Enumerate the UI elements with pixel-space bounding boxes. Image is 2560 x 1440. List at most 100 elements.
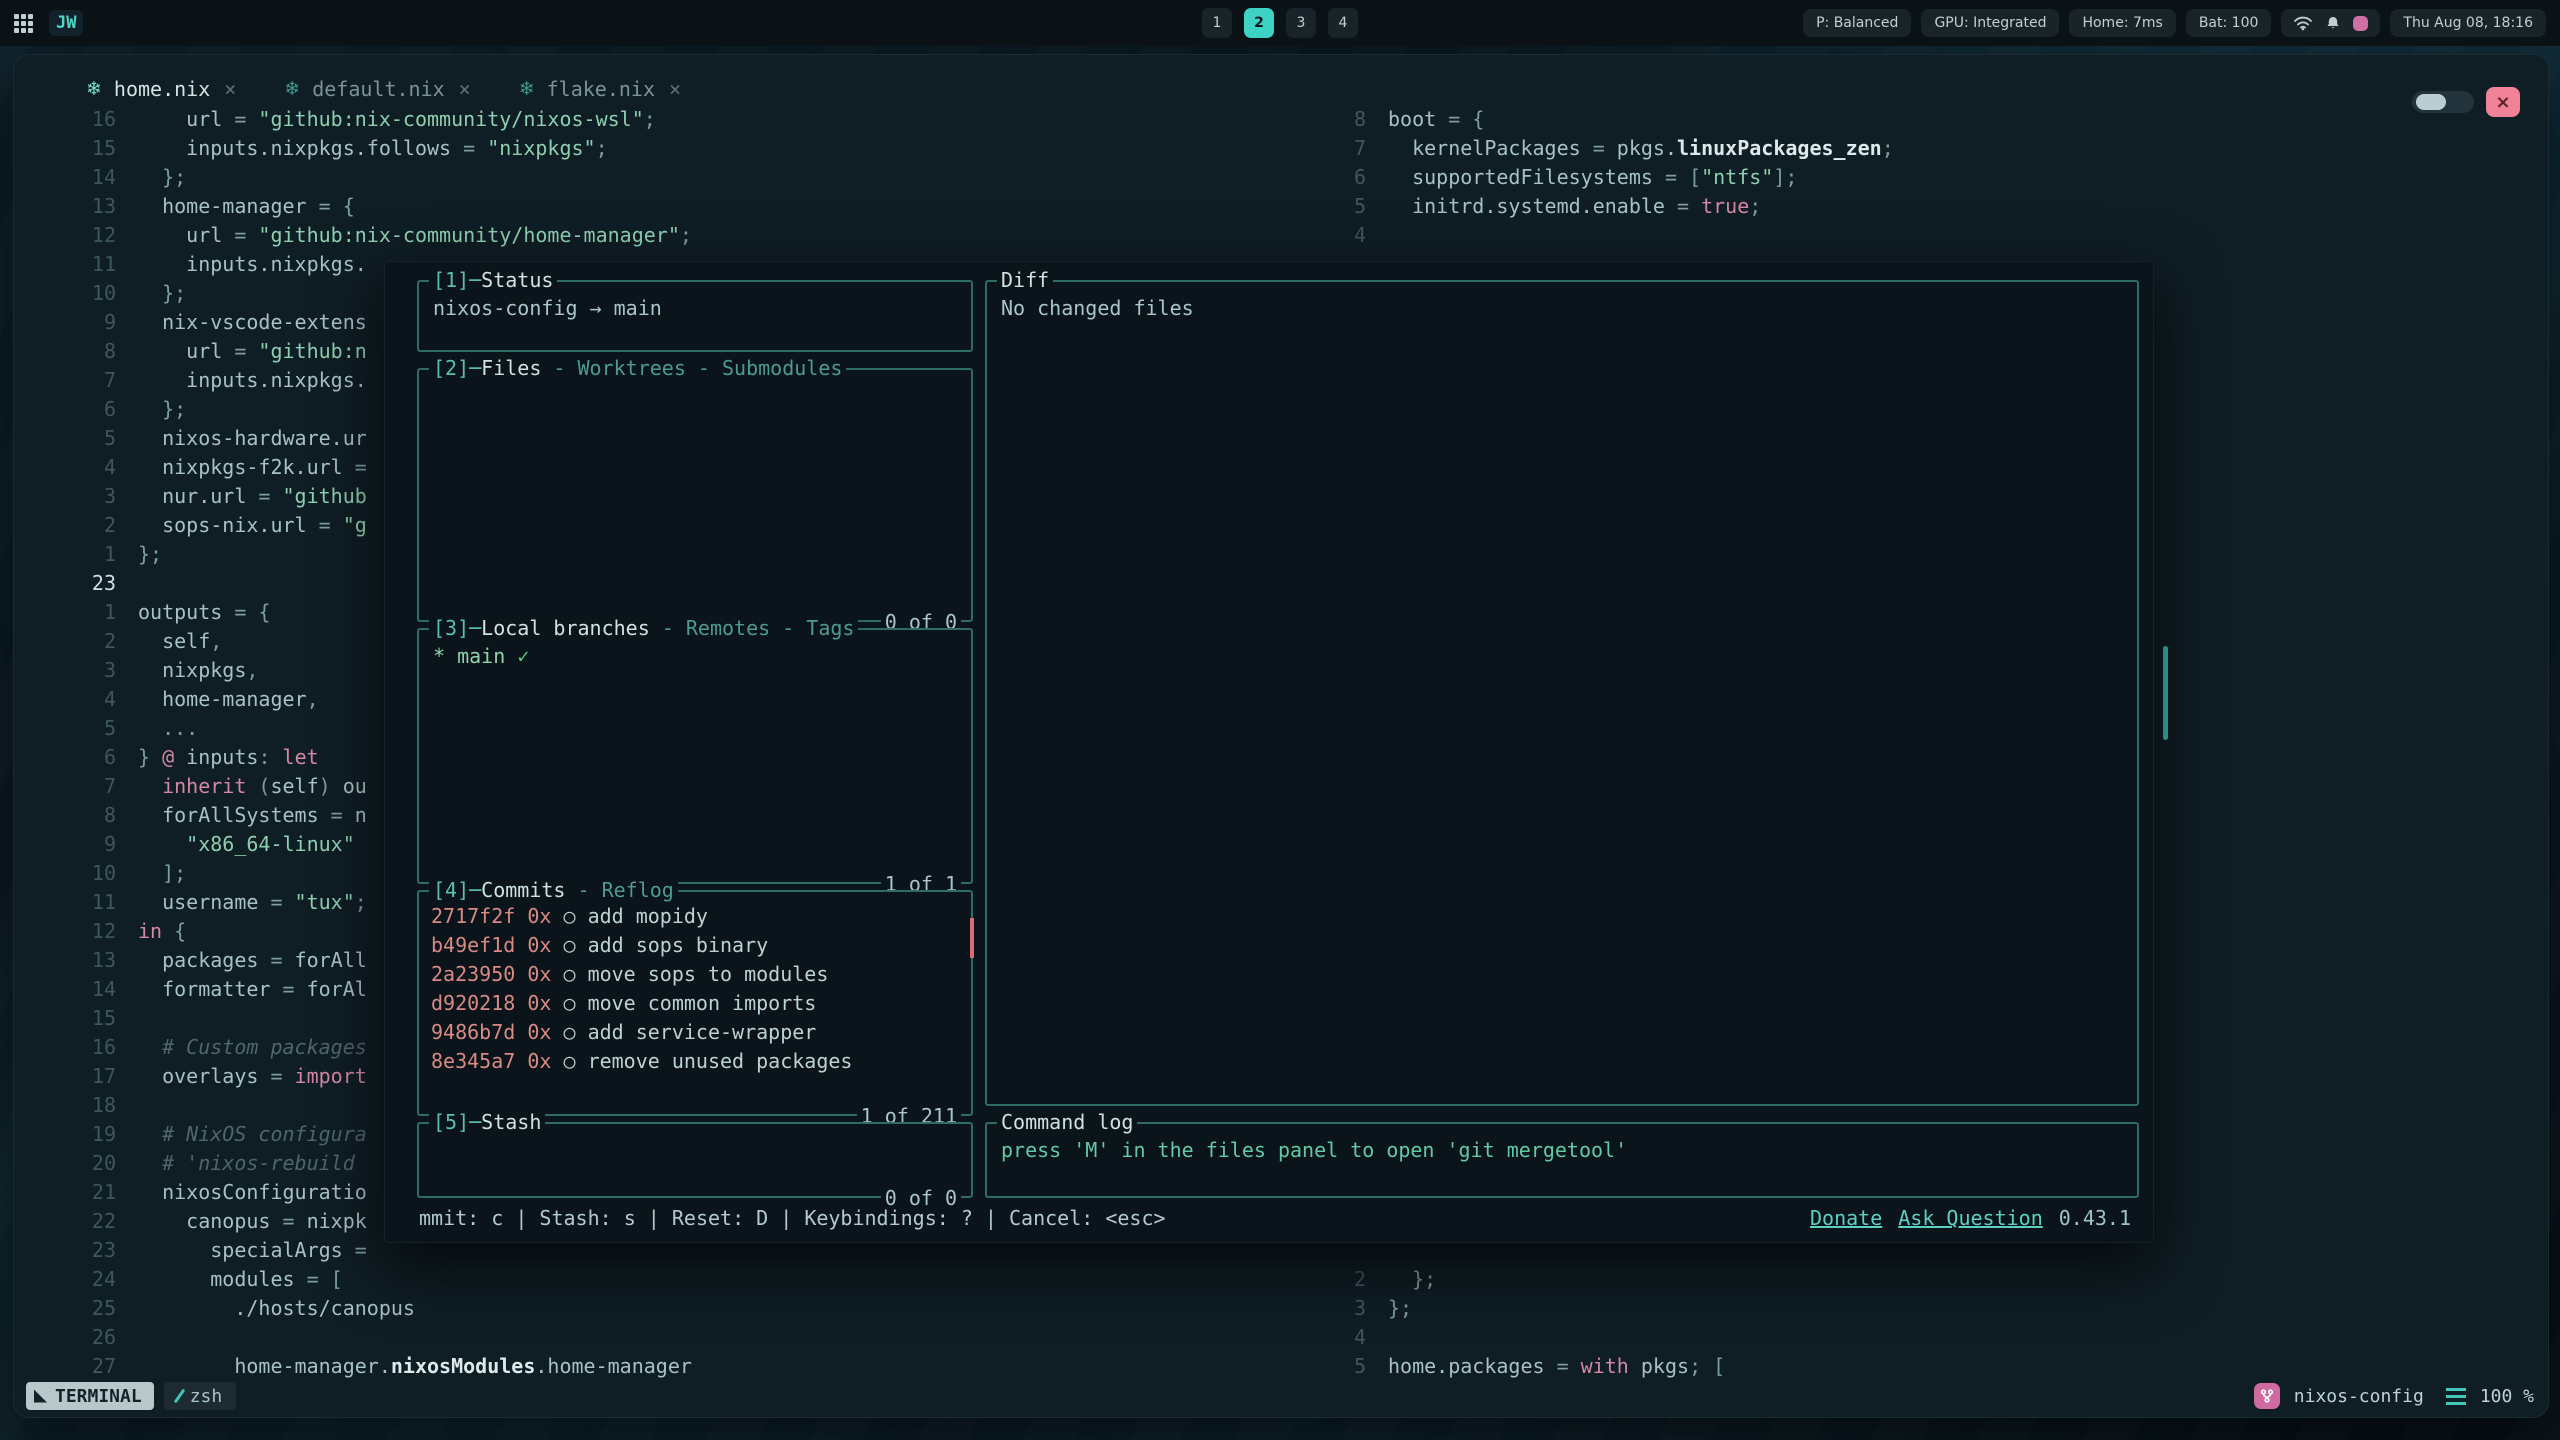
line-number: 7	[42, 366, 116, 395]
code-line: 5home.packages = with pkgs; [	[1326, 1352, 2536, 1381]
panel-title: [4]─Commits - Reflog	[429, 878, 678, 902]
workspace-2[interactable]: 2	[1244, 8, 1274, 38]
commit-row[interactable]: b49ef1d 0x ○ add sops binary	[431, 931, 959, 960]
line-number: 13	[42, 946, 116, 975]
line-number: 11	[42, 888, 116, 917]
lazygit-window: [1]─Status nixos-config → main [2]─Files…	[384, 261, 2154, 1243]
line-number: 27	[42, 1352, 116, 1381]
line-number: 23	[42, 569, 116, 598]
workspace-1[interactable]: 1	[1202, 8, 1232, 38]
donate-link[interactable]: Donate	[1810, 1206, 1882, 1230]
workspace-3[interactable]: 3	[1286, 8, 1316, 38]
line-number: 6	[42, 395, 116, 424]
tab-home-nix[interactable]: ❄ home.nix ×	[86, 77, 238, 101]
wifi-icon[interactable]	[2293, 15, 2313, 31]
line-number: 20	[42, 1149, 116, 1178]
code-line: 8boot = {	[1326, 105, 2536, 134]
line-number: 6	[42, 743, 116, 772]
line-number: 26	[42, 1323, 116, 1352]
shell-prompt-icon	[173, 1389, 185, 1404]
code-line: 25 ./hosts/canopus	[42, 1294, 1317, 1323]
line-number: 11	[42, 250, 116, 279]
app-launcher-icon[interactable]	[14, 14, 33, 33]
line-number: 6	[1326, 163, 1366, 192]
line-number: 5	[42, 714, 116, 743]
tab-close-icon[interactable]: ×	[457, 77, 473, 101]
git-branch-icon	[2254, 1383, 2280, 1409]
workspace-4[interactable]: 4	[1328, 8, 1358, 38]
logo-badge[interactable]: JW	[49, 10, 83, 36]
line-number: 5	[42, 424, 116, 453]
lazygit-stash-panel[interactable]: [5]─Stash 0 of 0	[417, 1122, 973, 1198]
tab-default-nix[interactable]: ❄ default.nix ×	[284, 77, 472, 101]
lazygit-branches-panel[interactable]: [3]─Local branches - Remotes - Tags * ma…	[417, 628, 973, 884]
lazygit-diff-panel[interactable]: Diff No changed files	[985, 280, 2139, 1106]
line-number: 2	[42, 627, 116, 656]
code-line: 12 url = "github:nix-community/home-mana…	[42, 221, 1317, 250]
editor-pane-right-bottom[interactable]: 2 };3};45home.packages = with pkgs; [	[1326, 1265, 2536, 1381]
line-number: 14	[42, 975, 116, 1004]
line-number: 3	[42, 656, 116, 685]
commit-row[interactable]: d920218 0x ○ move common imports	[431, 989, 959, 1018]
line-number: 8	[42, 337, 116, 366]
nix-snowflake-icon: ❄	[284, 78, 300, 100]
editor-pane-right[interactable]: 8boot = {7 kernelPackages = pkgs.linuxPa…	[1326, 105, 2536, 250]
color-profile-icon[interactable]	[2353, 16, 2368, 31]
commit-row[interactable]: 8e345a7 0x ○ remove unused packages	[431, 1047, 959, 1076]
network-latency-widget[interactable]: Home: 7ms	[2069, 9, 2175, 37]
line-number: 1	[42, 540, 116, 569]
line-number: 15	[42, 1004, 116, 1033]
line-number: 4	[1326, 1323, 1366, 1352]
line-number: 2	[1326, 1265, 1366, 1294]
panel-title: Command log	[997, 1110, 1137, 1134]
nix-snowflake-icon: ❄	[519, 78, 535, 100]
line-number: 15	[42, 134, 116, 163]
notification-bell-icon[interactable]	[2325, 15, 2341, 31]
line-number: 12	[42, 917, 116, 946]
code-line: 3};	[1326, 1294, 2536, 1323]
repo-name: nixos-config	[2294, 1386, 2424, 1407]
line-number: 3	[42, 482, 116, 511]
tab-close-icon[interactable]: ×	[667, 77, 683, 101]
commit-row[interactable]: 9486b7d 0x ○ add service-wrapper	[431, 1018, 959, 1047]
panel-title: [3]─Local branches - Remotes - Tags	[429, 616, 858, 640]
tab-close-icon[interactable]: ×	[222, 77, 238, 101]
line-number: 4	[42, 453, 116, 482]
battery-widget[interactable]: Bat: 100	[2186, 9, 2272, 37]
line-number: 19	[42, 1120, 116, 1149]
system-tray	[2281, 9, 2380, 37]
power-profile-widget[interactable]: P: Balanced	[1803, 9, 1911, 37]
tab-label: default.nix	[312, 77, 444, 101]
mode-label: TERMINAL	[55, 1386, 142, 1407]
window-statusbar: TERMINAL zsh nixos-config 100 %	[26, 1381, 2534, 1411]
line-number: 8	[42, 801, 116, 830]
line-number: 9	[42, 830, 116, 859]
shell-tab[interactable]: zsh	[164, 1382, 237, 1410]
line-number: 16	[42, 1033, 116, 1062]
tab-flake-nix[interactable]: ❄ flake.nix ×	[519, 77, 683, 101]
panel-title: [2]─Files - Worktrees - Submodules	[429, 356, 846, 380]
editor-scrollbar[interactable]	[2163, 646, 2168, 740]
lazygit-status-panel[interactable]: [1]─Status nixos-config → main	[417, 280, 973, 352]
keybinding-hints: mmit: c | Stash: s | Reset: D | Keybindi…	[419, 1206, 1166, 1230]
commits-scrollbar[interactable]	[970, 918, 974, 958]
lazygit-command-log-panel[interactable]: Command log press 'M' in the files panel…	[985, 1122, 2139, 1198]
commit-list: 2717f2f 0x ○ add mopidyb49ef1d 0x ○ add …	[419, 892, 971, 1086]
code-line: 16 url = "github:nix-community/nixos-wsl…	[42, 105, 1317, 134]
code-line: 13 home-manager = {	[42, 192, 1317, 221]
lazygit-commits-panel[interactable]: [4]─Commits - Reflog 2717f2f 0x ○ add mo…	[417, 890, 973, 1116]
list-icon[interactable]	[2446, 1388, 2466, 1405]
commit-row[interactable]: 2a23950 0x ○ move sops to modules	[431, 960, 959, 989]
line-number: 9	[42, 308, 116, 337]
gpu-widget[interactable]: GPU: Integrated	[1921, 9, 2059, 37]
lazygit-files-panel[interactable]: [2]─Files - Worktrees - Submodules 0 of …	[417, 368, 973, 622]
commit-row[interactable]: 2717f2f 0x ○ add mopidy	[431, 902, 959, 931]
line-number: 10	[42, 279, 116, 308]
ask-question-link[interactable]: Ask Question	[1898, 1206, 2043, 1230]
code-line: 5 initrd.systemd.enable = true;	[1326, 192, 2536, 221]
line-number: 22	[42, 1207, 116, 1236]
line-number: 13	[42, 192, 116, 221]
line-number: 7	[42, 772, 116, 801]
clock-widget[interactable]: Thu Aug 08, 18:16	[2390, 9, 2546, 37]
command-log-content: press 'M' in the files panel to open 'gi…	[987, 1124, 2137, 1177]
